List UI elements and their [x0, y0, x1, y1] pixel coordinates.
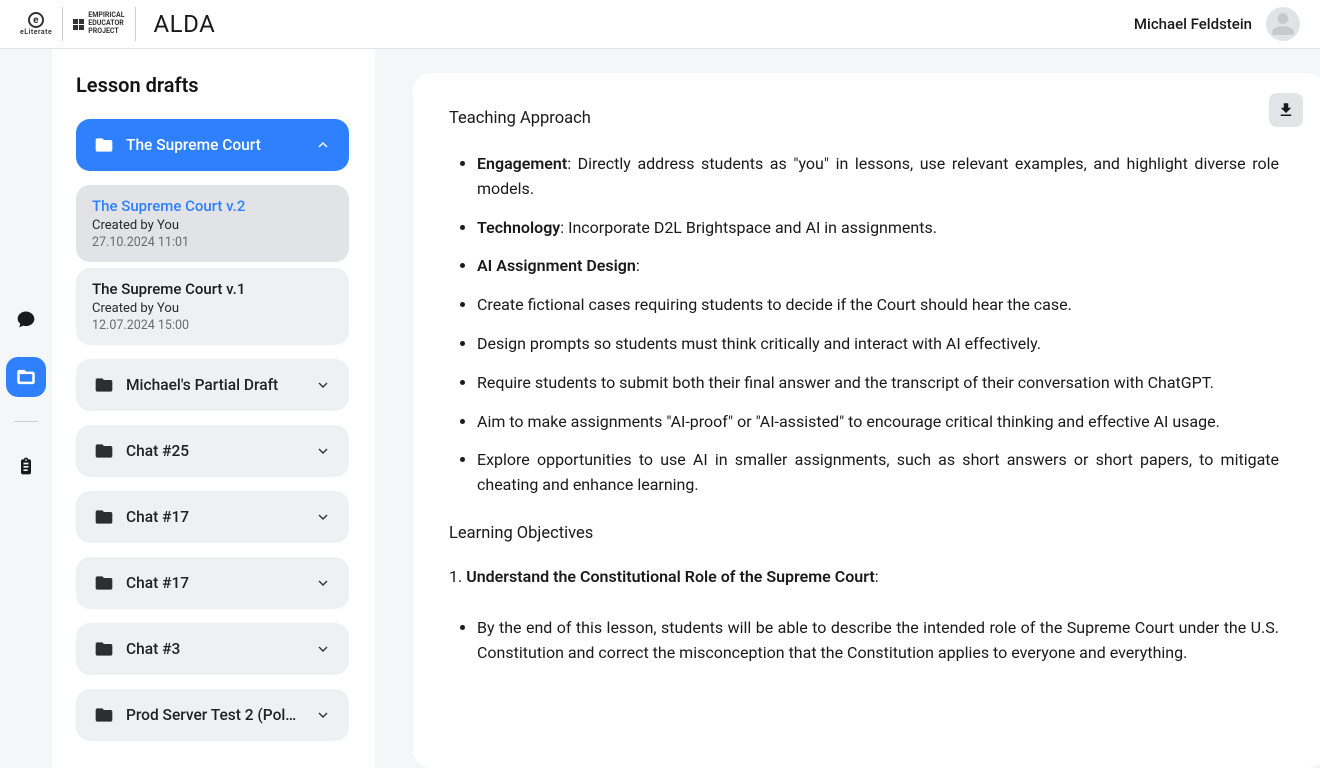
- eliterate-logo: e eLiterate: [20, 12, 52, 36]
- drafts-sidebar: Lesson drafts The Supreme Court The Supr…: [52, 49, 375, 768]
- draft-timestamp: 12.07.2024 15:00: [92, 318, 333, 333]
- folder-label: Michael's Partial Draft: [126, 376, 303, 394]
- rail-divider: [14, 421, 38, 422]
- bullet-item: Require students to submit both their fi…: [477, 371, 1279, 396]
- draft-created-by: Created by You: [92, 300, 333, 318]
- divider: [135, 7, 136, 41]
- eliterate-label: eLiterate: [20, 28, 52, 36]
- folder-item: Chat #25: [76, 425, 349, 477]
- folder-open-icon: [94, 135, 114, 155]
- folder-label: Prod Server Test 2 (Pol…: [126, 706, 303, 724]
- draft-title: The Supreme Court v.2: [92, 197, 333, 215]
- folder-open-icon: [16, 367, 36, 387]
- eep-logo: EMPIRICAL EDUCATOR PROJECT: [73, 12, 124, 35]
- brand-name: ALDA: [154, 10, 216, 38]
- objective-colon: :: [875, 567, 879, 586]
- nav-rail: [0, 49, 52, 768]
- bullet-item: Engagement: Directly address students as…: [477, 152, 1279, 202]
- nav-clipboard[interactable]: [6, 446, 46, 486]
- folder-header[interactable]: Chat #17: [76, 491, 349, 543]
- folder-label: Chat #17: [126, 508, 303, 526]
- draft-list: The Supreme Court v.2 Created by You 27.…: [76, 185, 349, 345]
- download-icon: [1277, 101, 1295, 119]
- draft-item[interactable]: The Supreme Court v.1 Created by You 12.…: [76, 268, 349, 345]
- section-teaching-approach: Teaching Approach: [449, 109, 1279, 128]
- chevron-down-icon: [315, 443, 331, 459]
- folder-label: Chat #25: [126, 442, 303, 460]
- header-left: e eLiterate EMPIRICAL EDUCATOR PROJECT A…: [20, 7, 215, 41]
- folder-header[interactable]: Michael's Partial Draft: [76, 359, 349, 411]
- section-learning-objectives: Learning Objectives: [449, 524, 1279, 543]
- folder-label: Chat #17: [126, 574, 303, 592]
- nav-chat[interactable]: [6, 299, 46, 339]
- draft-created-by: Created by You: [92, 217, 333, 235]
- bullet-item: Technology: Incorporate D2L Brightspace …: [477, 216, 1279, 241]
- folder-header[interactable]: Chat #3: [76, 623, 349, 675]
- teaching-bullets: Engagement: Directly address students as…: [449, 152, 1279, 498]
- chevron-down-icon: [315, 575, 331, 591]
- bullet-item: Design prompts so students must think cr…: [477, 332, 1279, 357]
- objective-1-bullets: By the end of this lesson, students will…: [449, 616, 1279, 666]
- chevron-down-icon: [315, 377, 331, 393]
- chevron-down-icon: [315, 707, 331, 723]
- chat-icon: [16, 309, 36, 329]
- download-button[interactable]: [1269, 93, 1303, 127]
- objective-1-title: 1. Understand the Constitutional Role of…: [449, 567, 1279, 586]
- sidebar-title: Lesson drafts: [76, 73, 355, 97]
- bullet-item: AI Assignment Design:: [477, 254, 1279, 279]
- nav-drafts[interactable]: [6, 357, 46, 397]
- folder-label: The Supreme Court: [126, 136, 303, 154]
- bullet-item: Explore opportunities to use AI in small…: [477, 448, 1279, 498]
- folder-icon: [94, 573, 114, 593]
- folder-label: Chat #3: [126, 640, 303, 658]
- objective-bullet: By the end of this lesson, students will…: [477, 616, 1279, 666]
- folder-item: Chat #3: [76, 623, 349, 675]
- main-area: Teaching Approach Engagement: Directly a…: [375, 49, 1320, 768]
- app-header: e eLiterate EMPIRICAL EDUCATOR PROJECT A…: [0, 0, 1320, 49]
- chevron-up-icon: [315, 137, 331, 153]
- chevron-down-icon: [315, 641, 331, 657]
- bullet-item: Create fictional cases requiring student…: [477, 293, 1279, 318]
- avatar[interactable]: [1266, 7, 1300, 41]
- folder-icon: [94, 507, 114, 527]
- objective-number: 1.: [449, 567, 466, 586]
- folder-icon: [94, 375, 114, 395]
- folder-item: Michael's Partial Draft: [76, 359, 349, 411]
- folder-icon: [94, 441, 114, 461]
- folder-supreme-court: The Supreme Court: [76, 119, 349, 171]
- folder-icon: [94, 705, 114, 725]
- folder-item: Chat #17: [76, 491, 349, 543]
- sidebar-scroll[interactable]: The Supreme Court The Supreme Court v.2 …: [76, 119, 355, 764]
- divider: [62, 7, 63, 41]
- draft-timestamp: 27.10.2024 11:01: [92, 235, 333, 250]
- objective-bold: Understand the Constitutional Role of th…: [466, 567, 875, 586]
- document-panel[interactable]: Teaching Approach Engagement: Directly a…: [413, 73, 1320, 768]
- draft-title: The Supreme Court v.1: [92, 280, 333, 298]
- logo-group: e eLiterate EMPIRICAL EDUCATOR PROJECT: [20, 7, 136, 41]
- draft-item[interactable]: The Supreme Court v.2 Created by You 27.…: [76, 185, 349, 262]
- folder-header[interactable]: The Supreme Court: [76, 119, 349, 171]
- clipboard-icon: [16, 456, 36, 476]
- eep-line3: PROJECT: [88, 28, 124, 36]
- folder-header[interactable]: Chat #25: [76, 425, 349, 477]
- folder-icon: [94, 639, 114, 659]
- chevron-down-icon: [315, 509, 331, 525]
- bullet-item: Aim to make assignments "AI-proof" or "A…: [477, 410, 1279, 435]
- user-icon: [1270, 11, 1296, 37]
- folder-item: Prod Server Test 2 (Pol…: [76, 689, 349, 741]
- header-right: Michael Feldstein: [1134, 7, 1300, 41]
- username-label: Michael Feldstein: [1134, 15, 1252, 33]
- folder-header[interactable]: Prod Server Test 2 (Pol…: [76, 689, 349, 741]
- folder-header[interactable]: Chat #17: [76, 557, 349, 609]
- folder-item: Chat #17: [76, 557, 349, 609]
- layout: Lesson drafts The Supreme Court The Supr…: [0, 49, 1320, 768]
